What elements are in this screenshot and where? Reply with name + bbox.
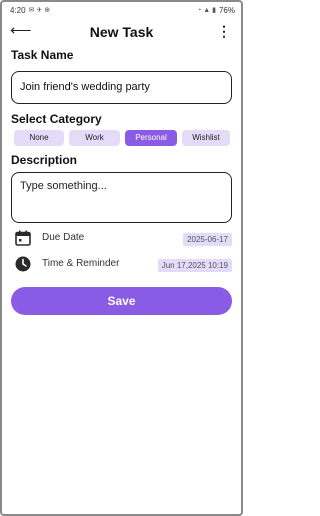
due-date-row[interactable]: Due Date 2025-06-17: [14, 229, 232, 247]
description-input[interactable]: Type something...: [11, 172, 232, 223]
battery-percent: 76%: [218, 5, 235, 15]
chip-personal[interactable]: Personal: [125, 130, 177, 146]
task-name-label: Task Name: [11, 48, 74, 62]
save-button[interactable]: Save: [11, 287, 232, 315]
chip-none[interactable]: None: [14, 130, 64, 146]
chip-work[interactable]: Work: [69, 130, 120, 146]
due-date-value[interactable]: 2025-06-17: [183, 233, 232, 246]
signal-icons: ◔ ▲ ▮: [197, 7, 216, 14]
reminder-value[interactable]: Jun 17,2025 10:19: [157, 259, 232, 272]
notification-icons: ✉ ✈ ⊕: [28, 7, 51, 14]
category-label: Select Category: [11, 112, 102, 126]
status-time: 4:20: [10, 5, 26, 15]
status-bar: 4:20 ✉ ✈ ⊕ ◔ ▲ ▮ 76%: [0, 0, 243, 20]
app-bar: ⟵ New Task ⋮: [0, 20, 243, 44]
page-title: New Task: [89, 24, 154, 40]
category-chips: None Work Personal Wishlist: [14, 130, 230, 146]
more-vert-icon[interactable]: ⋮: [217, 24, 231, 38]
description-label: Description: [11, 153, 78, 167]
clock-icon: [15, 256, 31, 272]
reminder-label: Time & Reminder: [42, 258, 120, 269]
task-name-input[interactable]: Join friend's wedding party: [11, 71, 232, 104]
calendar-icon: [15, 230, 31, 246]
due-date-label: Due Date: [42, 232, 85, 243]
chip-wishlist[interactable]: Wishlist: [182, 130, 230, 146]
reminder-row[interactable]: Time & Reminder Jun 17,2025 10:19: [14, 255, 232, 273]
